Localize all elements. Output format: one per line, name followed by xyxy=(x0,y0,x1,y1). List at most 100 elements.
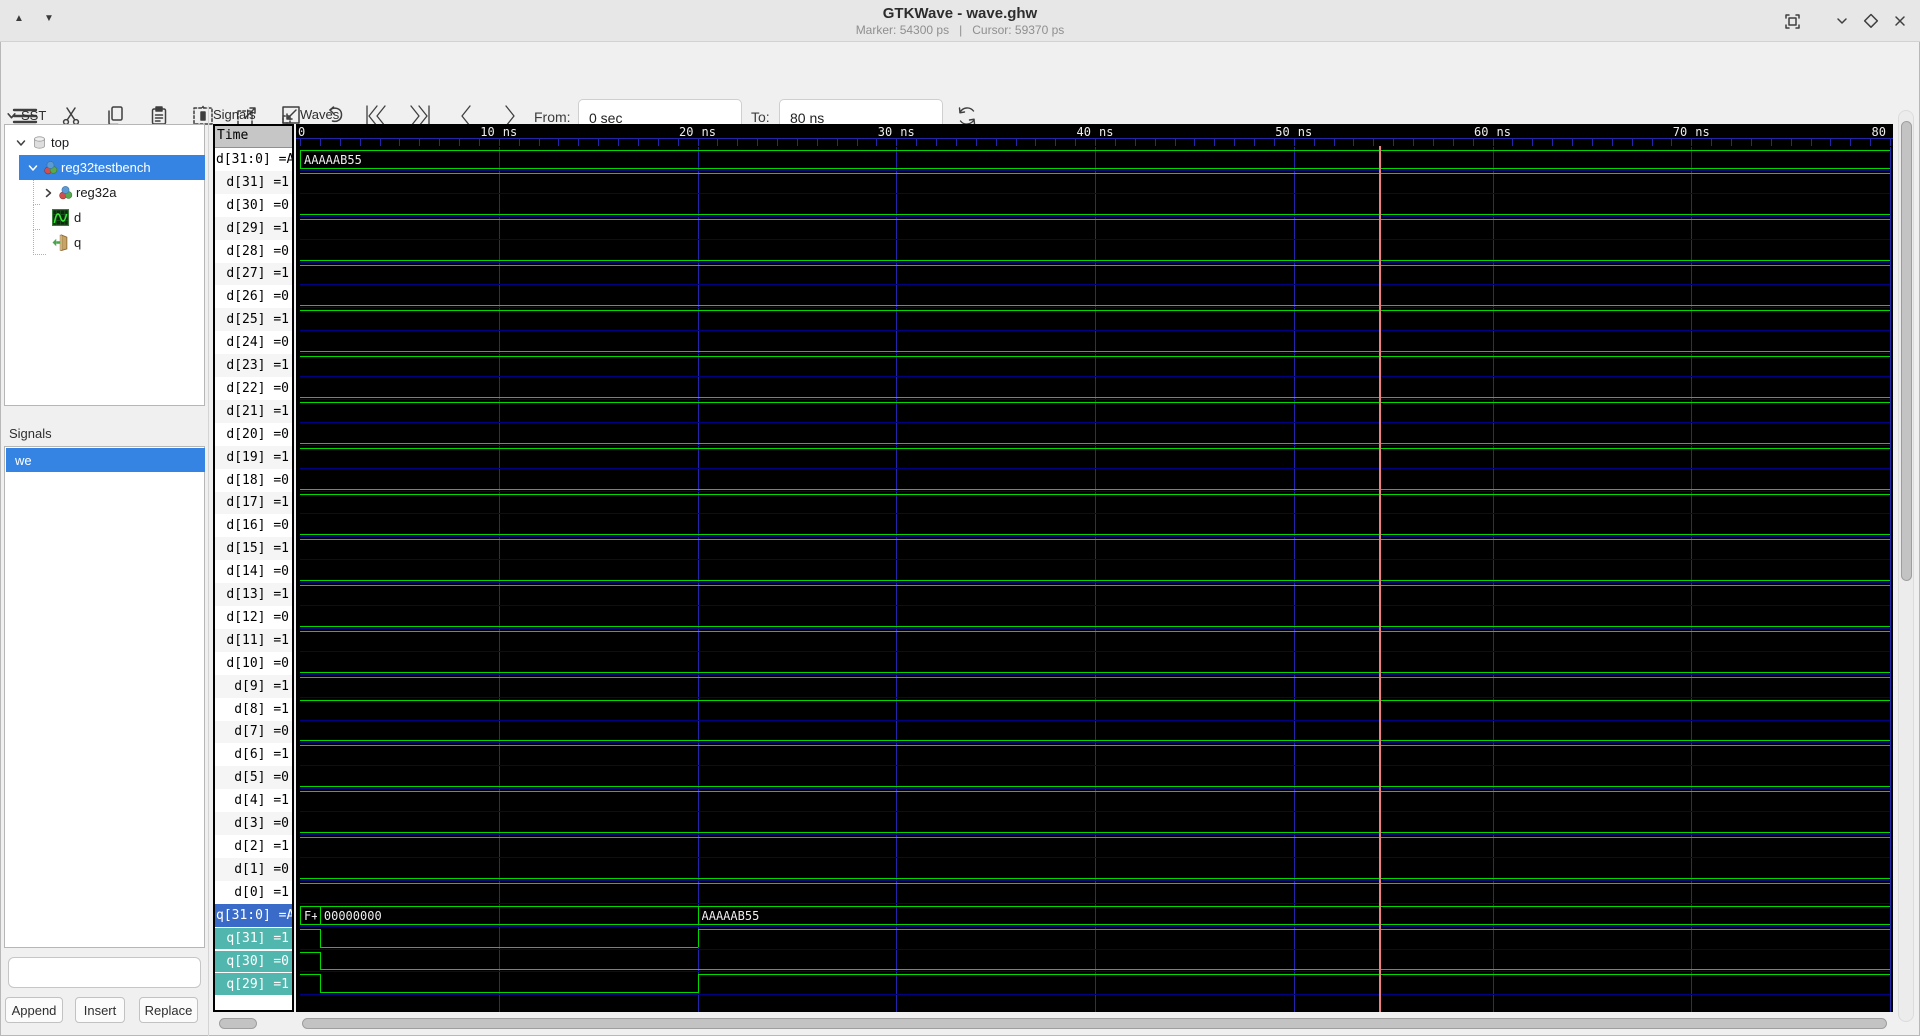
signal-label-row[interactable]: d[7] =0 xyxy=(215,720,292,744)
signal-label-row[interactable]: q[30] =0 xyxy=(215,949,292,973)
signal-list-frame-label: Signals xyxy=(213,107,256,122)
ruler-tick xyxy=(399,139,401,146)
sst-header[interactable]: SST xyxy=(6,106,66,124)
signal-label-row[interactable]: d[25] =1 xyxy=(215,308,292,332)
signal-label-row[interactable]: d[13] =1 xyxy=(215,583,292,606)
to-label: To: xyxy=(751,109,770,125)
minimize-icon[interactable] xyxy=(1830,9,1854,33)
marker-line[interactable] xyxy=(1379,146,1382,1012)
signal-label-row[interactable]: d[29] =1 xyxy=(215,216,292,240)
sidebar-item-d[interactable]: d xyxy=(6,205,205,230)
list-item-we[interactable]: we xyxy=(6,448,205,472)
signal-label-row[interactable]: d[16] =0 xyxy=(215,514,292,537)
ruler-tick xyxy=(598,139,600,146)
signal-label-row[interactable]: q[31] =1 xyxy=(215,926,292,950)
sidebar-item-top[interactable]: top xyxy=(6,130,205,155)
wave-canvas[interactable]: 010ns20ns30ns40ns50ns60ns70ns80nsAAAAAB5… xyxy=(296,124,1893,1012)
signal-label-row[interactable]: d[22] =0 xyxy=(215,377,292,400)
signal-label-row[interactable]: d[3] =0 xyxy=(215,812,292,835)
insert-button[interactable]: Insert xyxy=(75,997,125,1023)
signal-label-row[interactable]: d[30] =0 xyxy=(215,194,292,217)
signal-name-list[interactable]: Time d[31:0] =A d[31] =1 d[30] =0 d[29] =1 d… xyxy=(213,124,294,1012)
signal-label-row[interactable]: d[28] =0 xyxy=(215,240,292,263)
signal-label-row[interactable]: d[23] =1 xyxy=(215,354,292,377)
signal-label-row[interactable]: d[31] =1 xyxy=(215,170,292,194)
wave-segment xyxy=(300,671,1890,673)
signal-label-row[interactable]: d[14] =0 xyxy=(215,560,292,583)
signal-label-row[interactable]: d[31:0] =A xyxy=(215,148,292,171)
signal-label-row[interactable]: d[24] =0 xyxy=(215,331,292,354)
lane-baseline xyxy=(300,971,1890,973)
lane-baseline xyxy=(300,650,1890,652)
bus-top-line xyxy=(319,905,698,907)
ruler-tick xyxy=(1572,139,1573,146)
ruler-tick xyxy=(1850,139,1852,146)
signal-label-row[interactable]: d[26] =0 xyxy=(215,285,292,308)
search-input[interactable] xyxy=(23,958,203,987)
signal-label-row[interactable]: d[11] =1 xyxy=(215,628,292,652)
status-line: Marker: 54300 ps | Cursor: 59370 ps xyxy=(0,23,1920,37)
replace-button[interactable]: Replace xyxy=(139,997,198,1023)
wave-segment xyxy=(300,630,1890,632)
ruler-label: 10 xyxy=(480,125,495,139)
sidebar-item-reg32a[interactable]: reg32a xyxy=(6,180,205,205)
ruler-tick xyxy=(955,139,957,146)
signal-label-row[interactable]: q[29] =1 xyxy=(215,972,292,996)
signal-label-row[interactable]: d[4] =1 xyxy=(215,789,292,812)
signal-label-row[interactable]: d[6] =1 xyxy=(215,743,292,766)
expander-right-icon[interactable] xyxy=(42,187,54,199)
time-column-header: Time xyxy=(215,126,292,148)
signal-wave-icon xyxy=(52,209,69,226)
bus-bottom-line xyxy=(697,923,1890,925)
vertical-scrollbar-thumb[interactable] xyxy=(1901,121,1912,581)
lane-baseline xyxy=(300,673,1890,675)
signal-label-row[interactable]: d[10] =0 xyxy=(215,652,292,675)
status-separator: | xyxy=(959,23,963,37)
vertical-scrollbar[interactable] xyxy=(1898,110,1914,1022)
expander-down-icon[interactable] xyxy=(15,137,27,149)
ruler-label-unit: ns xyxy=(701,125,716,139)
signal-search[interactable] xyxy=(8,957,203,988)
lane-baseline xyxy=(300,490,1890,492)
sidebar-item-q[interactable]: q xyxy=(6,230,205,255)
ruler-tick xyxy=(1631,139,1633,146)
ruler-tick xyxy=(1432,139,1434,146)
ruler-label: 50 xyxy=(1275,125,1290,139)
signal-label-row[interactable]: d[5] =0 xyxy=(215,766,292,790)
signal-label-row[interactable]: d[12] =0 xyxy=(215,606,292,629)
signal-label-row[interactable]: d[18] =0 xyxy=(215,469,292,492)
signal-label-row[interactable]: d[21] =1 xyxy=(215,399,292,423)
ruler-tick xyxy=(1035,139,1037,146)
signal-label-row[interactable]: d[2] =1 xyxy=(215,835,292,858)
ruler-tick xyxy=(1810,139,1812,146)
bus-value-text: F+ xyxy=(304,908,317,923)
maximize-icon[interactable] xyxy=(1859,9,1883,33)
signal-label-row[interactable]: d[1] =0 xyxy=(215,857,292,881)
wave-segment xyxy=(300,877,1890,879)
lane-baseline xyxy=(300,421,1890,423)
sidebar-item-reg32testbench[interactable]: reg32testbench xyxy=(6,155,205,180)
ruler-tick xyxy=(1651,139,1653,146)
signal-label-row[interactable]: d[17] =1 xyxy=(215,491,292,515)
wave-segment xyxy=(300,951,320,953)
signal-label-row[interactable]: d[27] =1 xyxy=(215,262,292,286)
signal-label-row[interactable]: d[0] =1 xyxy=(215,881,292,904)
gtkwave-window: ▲ ▼ GTKWave - wave.ghw Marker: 54300 ps … xyxy=(0,0,1920,1036)
wave-segment xyxy=(300,493,1890,495)
expander-down-icon[interactable] xyxy=(27,162,39,174)
tree-item-label: top xyxy=(51,135,70,150)
signal-list-hscrollbar-thumb[interactable] xyxy=(219,1018,257,1029)
signal-label-row[interactable]: d[9] =1 xyxy=(215,674,292,698)
fullscreen-icon[interactable] xyxy=(1780,9,1804,33)
pane-splitter[interactable] xyxy=(208,106,209,1036)
close-icon[interactable] xyxy=(1888,9,1912,33)
wave-segment xyxy=(300,396,1890,398)
append-button[interactable]: Append xyxy=(5,997,63,1023)
ruler-label: 70 xyxy=(1672,125,1688,139)
signal-label-row[interactable]: q[31:0] =A xyxy=(215,903,292,927)
waves-hscrollbar-thumb[interactable] xyxy=(302,1018,1887,1029)
signal-label-row[interactable]: d[8] =1 xyxy=(215,698,292,721)
signal-label-row[interactable]: d[20] =0 xyxy=(215,423,292,446)
signal-label-row[interactable]: d[19] =1 xyxy=(215,445,292,469)
signal-label-row[interactable]: d[15] =1 xyxy=(215,537,292,561)
